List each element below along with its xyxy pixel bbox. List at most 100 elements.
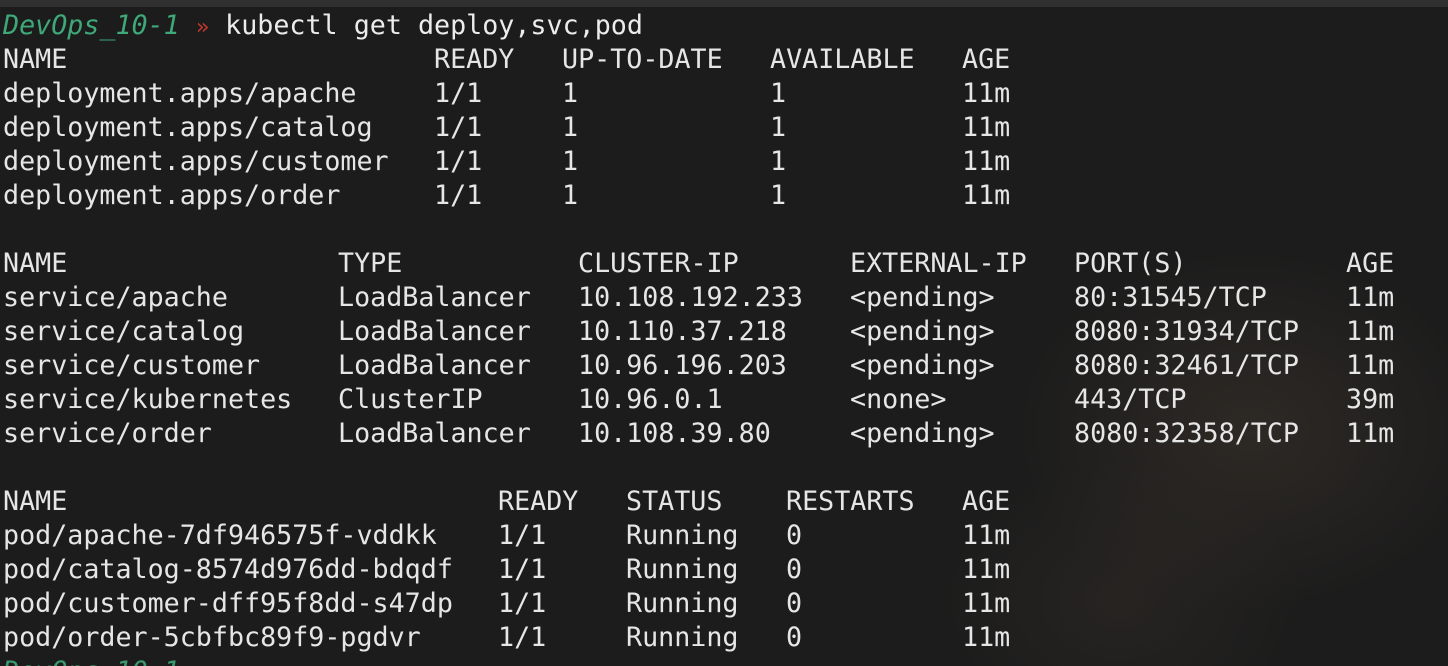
terminal-output: DevOps_10-1 » kubectl get deploy,svc,pod… [3,9,1394,666]
pod-ready: 1/1 [498,588,547,619]
pod-age: 11m [962,588,1011,619]
pod-age: 11m [962,554,1011,585]
service-age: 11m [1346,350,1395,381]
service-cluster-ip: 10.96.196.203 [578,350,787,381]
service-type: LoadBalancer [338,418,531,449]
table-row: pod/apache-7df946575f-vddkk 1/1 Running … [3,519,1010,553]
service-type: LoadBalancer [338,350,531,381]
header-available: AVAILABLE [770,44,915,75]
deployment-up-to-date: 1 [562,112,579,143]
deployment-age: 11m [962,78,1011,109]
service-ports: 80:31545/TCP [1074,282,1267,313]
table-row: service/customer LoadBalancer 10.96.196.… [3,349,1394,383]
table-row: pod/catalog-8574d976dd-bdqdf 1/1 Running… [3,553,1010,587]
header-name: NAME [3,486,68,517]
pod-restarts: 0 [786,554,803,585]
pod-status: Running [626,554,739,585]
deployment-up-to-date: 1 [562,78,579,109]
service-name: service/order [3,418,212,449]
header-age: AGE [962,486,1011,517]
table-row: pod/customer-dff95f8dd-s47dp 1/1 Running… [3,587,1010,621]
terminal-top-bar [0,0,1448,7]
deployment-age: 11m [962,146,1011,177]
service-type: LoadBalancer [338,282,531,313]
header-up-to-date: UP-TO-DATE [562,44,723,75]
service-name: service/catalog [3,316,245,347]
header-type: TYPE [338,248,403,279]
table-row: pod/order-5cbfbc89f9-pgdvr 1/1 Running 0… [3,621,1010,655]
pod-restarts: 0 [786,520,803,551]
header-ready: READY [498,486,579,517]
deployment-available: 1 [770,146,787,177]
service-age: 11m [1346,418,1395,449]
pod-ready: 1/1 [498,622,547,653]
next-prompt-line: DevOps_10-1 [3,655,643,666]
header-name: NAME [3,44,68,75]
deployment-up-to-date: 1 [562,180,579,211]
header-restarts: RESTARTS [786,486,915,517]
deployments-header: NAME READY UP-TO-DATE AVAILABLE AGE [3,43,1010,77]
service-external-ip: <pending> [850,350,995,381]
service-external-ip: <none> [850,384,947,415]
deployment-available: 1 [770,78,787,109]
deployment-age: 11m [962,112,1011,143]
header-cluster-ip: CLUSTER-IP [578,248,739,279]
service-cluster-ip: 10.110.37.218 [578,316,787,347]
service-ports: 8080:31934/TCP [1074,316,1299,347]
service-name: service/customer [3,350,261,381]
header-ports: PORT(S) [1074,248,1187,279]
header-age: AGE [1346,248,1395,279]
service-cluster-ip: 10.108.39.80 [578,418,771,449]
next-prompt-hostname: DevOps_10-1 [3,655,180,666]
service-ports: 8080:32461/TCP [1074,350,1299,381]
header-external-ip: EXTERNAL-IP [850,248,1027,279]
header-age: AGE [962,44,1011,75]
deployment-up-to-date: 1 [562,146,579,177]
pod-status: Running [626,588,739,619]
table-row: deployment.apps/customer 1/1 1 1 11m [3,145,1010,179]
pod-restarts: 0 [786,588,803,619]
service-age: 11m [1346,282,1395,313]
services-table: NAME TYPE CLUSTER-IP EXTERNAL-IP PORT(S)… [3,247,1394,451]
service-age: 11m [1346,316,1395,347]
deployment-name: deployment.apps/customer [3,146,389,177]
service-type: LoadBalancer [338,316,531,347]
prompt-separator-icon: » [195,15,210,40]
service-cluster-ip: 10.108.192.233 [578,282,803,313]
pod-name: pod/order-5cbfbc89f9-pgdvr [3,622,421,653]
service-type: ClusterIP [338,384,483,415]
service-ports: 8080:32358/TCP [1074,418,1299,449]
header-name: NAME [3,248,68,279]
pod-name: pod/catalog-8574d976dd-bdqdf [3,554,453,585]
pods-header: NAME READY STATUS RESTARTS AGE [3,485,1010,519]
pod-status: Running [626,622,739,653]
table-row: service/kubernetes ClusterIP 10.96.0.1 <… [3,383,1394,417]
pod-restarts: 0 [786,622,803,653]
deployment-available: 1 [770,112,787,143]
header-ready: READY [434,44,515,75]
deployment-name: deployment.apps/order [3,180,341,211]
deployment-age: 11m [962,180,1011,211]
pod-name: pod/customer-dff95f8dd-s47dp [3,588,453,619]
service-external-ip: <pending> [850,316,995,347]
service-external-ip: <pending> [850,282,995,313]
header-status: STATUS [626,486,723,517]
pod-status: Running [626,520,739,551]
table-row: service/catalog LoadBalancer 10.110.37.2… [3,315,1394,349]
deployment-ready: 1/1 [434,78,483,109]
prompt-hostname: DevOps_10-1 [3,10,180,41]
table-row: deployment.apps/order 1/1 1 1 11m [3,179,1010,213]
pod-ready: 1/1 [498,554,547,585]
deployment-available: 1 [770,180,787,211]
pod-name: pod/apache-7df946575f-vddkk [3,520,437,551]
pod-age: 11m [962,622,1011,653]
command-line: DevOps_10-1 » kubectl get deploy,svc,pod [3,9,643,43]
pod-ready: 1/1 [498,520,547,551]
terminal-window[interactable]: DevOps_10-1 » kubectl get deploy,svc,pod… [0,0,1448,666]
deployment-name: deployment.apps/catalog [3,112,373,143]
service-age: 39m [1346,384,1395,415]
table-row: service/order LoadBalancer 10.108.39.80 … [3,417,1394,451]
command-text: kubectl get deploy,svc,pod [225,10,643,41]
pods-table: NAME READY STATUS RESTARTS AGE pod/apach… [3,485,1010,655]
service-name: service/apache [3,282,228,313]
